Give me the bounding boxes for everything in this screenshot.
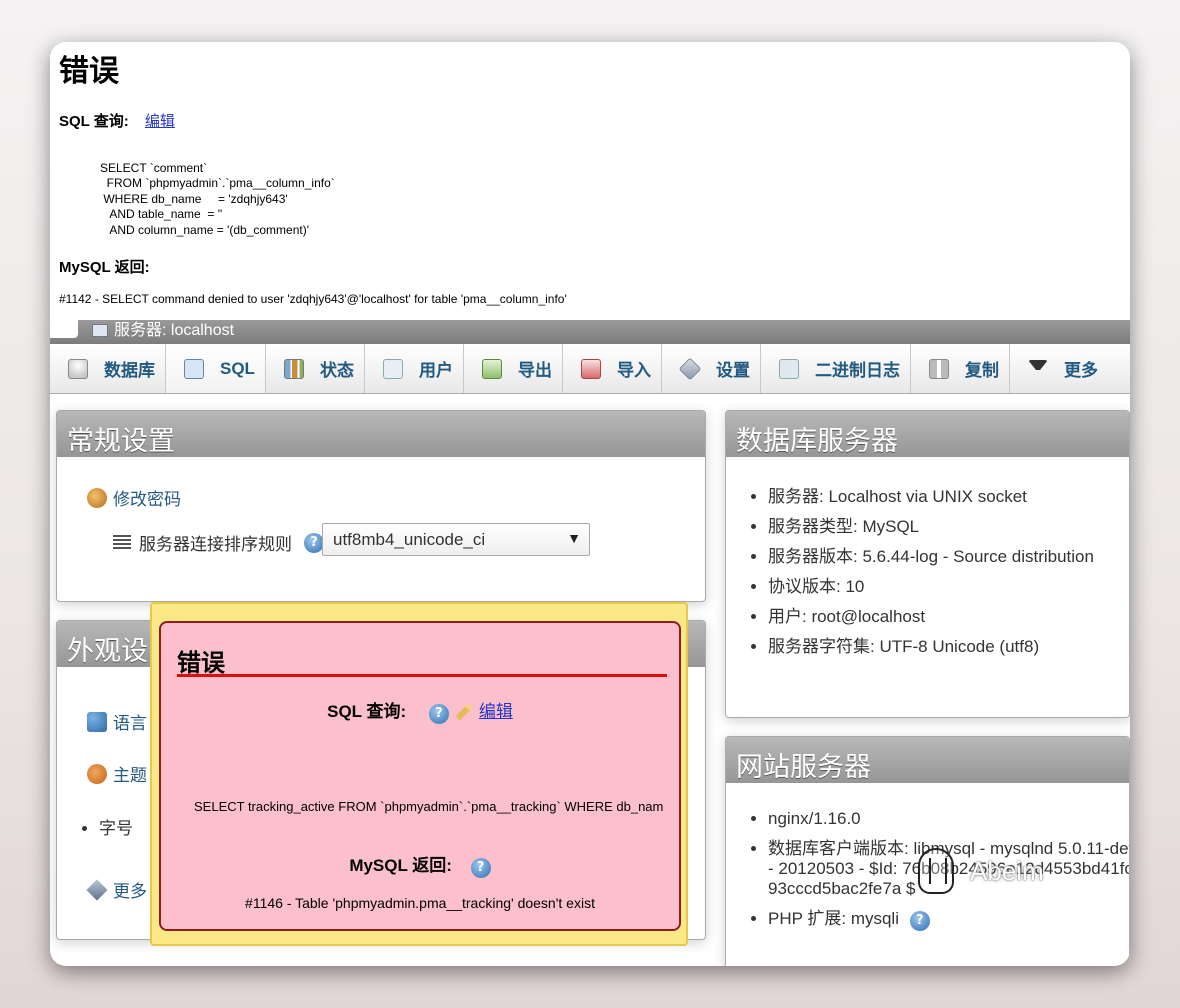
tab-users[interactable]: 用户 bbox=[365, 344, 464, 393]
tab-more[interactable]: 更多 bbox=[1010, 344, 1108, 393]
change-password-link[interactable]: 修改密码 bbox=[87, 485, 181, 510]
modal-error-message: #1146 - Table 'phpmyadmin.pma__tracking'… bbox=[245, 895, 595, 911]
theme-icon bbox=[87, 763, 107, 784]
server-icon bbox=[92, 324, 108, 338]
font-size-item: 字号 bbox=[99, 819, 133, 839]
theme-link[interactable]: 主题 bbox=[87, 761, 147, 786]
export-icon bbox=[481, 358, 502, 379]
list-item: PHP 扩展: mysqli ? bbox=[768, 909, 1129, 931]
collation-icon bbox=[113, 534, 131, 551]
user-icon bbox=[382, 358, 403, 379]
tab-databases[interactable]: 数据库 bbox=[50, 344, 166, 393]
sql-query-text: SELECT `comment` FROM `phpmyadmin`.`pma_… bbox=[100, 161, 335, 237]
language-label: 语言 bbox=[113, 714, 147, 733]
modal-mysql-return-row: MySQL 返回: ? bbox=[161, 851, 679, 878]
help-icon[interactable]: ? bbox=[304, 532, 324, 553]
settings-icon bbox=[678, 357, 702, 380]
language-row[interactable]: 语言 bbox=[87, 709, 147, 734]
tab-import[interactable]: 导入 bbox=[563, 344, 662, 393]
import-icon bbox=[580, 358, 601, 379]
modal-edit-link[interactable]: 编辑 bbox=[479, 702, 513, 721]
tab-label: 设置 bbox=[715, 361, 750, 380]
change-password-label: 修改密码 bbox=[113, 490, 181, 509]
replication-icon bbox=[928, 358, 949, 379]
more-settings-label: 更多 bbox=[113, 882, 147, 901]
watermark-text: Abeim bbox=[970, 855, 1044, 886]
server-breadcrumb: 服务器: localhost bbox=[50, 316, 1130, 344]
panel-title: 常规设置 bbox=[57, 411, 705, 457]
modal-sql-query-row: SQL 查询: ? 编辑 bbox=[161, 697, 679, 724]
error-dialog-title: 错误 bbox=[177, 649, 225, 677]
database-server-panel: 数据库服务器 服务器: Localhost via UNIX socket 服务… bbox=[725, 410, 1130, 718]
tab-sql[interactable]: SQL bbox=[166, 344, 266, 393]
sql-icon bbox=[184, 358, 204, 379]
app-window: 错误 SQL 查询: 编辑 SELECT `comment` FROM `php… bbox=[50, 42, 1130, 966]
sql-query-label-text: SQL 查询: bbox=[59, 113, 129, 130]
server-label-text: 服务器: localhost bbox=[114, 322, 235, 339]
error-dialog: 错误 SQL 查询: ? 编辑 SELECT tracking_active FR… bbox=[150, 602, 688, 946]
collation-selected-value: utf8mb4_unicode_ci bbox=[333, 530, 486, 549]
more-icon bbox=[1027, 359, 1048, 380]
help-icon[interactable]: ? bbox=[470, 858, 491, 878]
error-dialog-body: 错误 SQL 查询: ? 编辑 SELECT tracking_active FR… bbox=[159, 621, 681, 931]
tab-label: 复制 bbox=[964, 361, 999, 380]
list-item: 服务器类型: MySQL bbox=[768, 517, 1113, 537]
tab-status[interactable]: 状态 bbox=[266, 344, 365, 393]
database-icon bbox=[68, 358, 88, 379]
help-icon[interactable]: ? bbox=[909, 911, 930, 931]
more-settings-link[interactable]: 更多 bbox=[86, 877, 147, 902]
watermark: Abeim bbox=[918, 848, 1044, 894]
tab-settings[interactable]: 设置 bbox=[662, 344, 761, 393]
mysql-error-message: #1142 - SELECT command denied to user 'z… bbox=[59, 292, 567, 306]
list-item: 服务器: Localhost via UNIX socket bbox=[768, 487, 1113, 507]
top-error-message: 错误 SQL 查询: 编辑 SELECT `comment` FROM `php… bbox=[50, 42, 1130, 320]
binlog-icon bbox=[778, 358, 799, 379]
tab-label: SQL bbox=[220, 358, 255, 378]
list-item: 用户: root@localhost bbox=[768, 607, 1113, 627]
collation-label: 服务器连接排序规则 ? : bbox=[113, 530, 329, 555]
php-extension-text: PHP 扩展: mysqli bbox=[768, 909, 899, 928]
tab-label: 状态 bbox=[319, 361, 354, 380]
status-icon bbox=[283, 358, 304, 379]
dropdown-arrow-icon: ▼ bbox=[567, 530, 581, 546]
modal-sql-query-text: SELECT tracking_active FROM `phpmyadmin`… bbox=[194, 799, 664, 814]
database-server-info-list: 服务器: Localhost via UNIX socket 服务器类型: My… bbox=[768, 487, 1113, 667]
list-item: 协议版本: 10 bbox=[768, 577, 1113, 597]
list-item: 服务器字符集: UTF-8 Unicode (utf8) bbox=[768, 637, 1113, 657]
help-icon[interactable]: ? bbox=[428, 704, 449, 724]
language-icon bbox=[87, 711, 107, 732]
appearance-list: 字号 bbox=[99, 819, 133, 849]
tab-label: 二进制日志 bbox=[814, 361, 900, 380]
tab-label: 更多 bbox=[1063, 361, 1098, 380]
watermark-logo-icon bbox=[918, 848, 954, 894]
edit-link[interactable]: 编辑 bbox=[145, 113, 175, 130]
error-title: 错误 bbox=[59, 54, 119, 89]
tab-replication[interactable]: 复制 bbox=[911, 344, 1010, 393]
panel-title: 数据库服务器 bbox=[726, 411, 1129, 457]
error-divider bbox=[177, 674, 667, 677]
wrench-icon bbox=[86, 878, 108, 901]
sql-query-label: SQL 查询: 编辑 bbox=[59, 110, 175, 131]
theme-label: 主题 bbox=[113, 766, 147, 785]
tab-label: 数据库 bbox=[104, 361, 155, 380]
tab-binlog[interactable]: 二进制日志 bbox=[761, 344, 911, 393]
tab-export[interactable]: 导出 bbox=[464, 344, 563, 393]
pencil-icon bbox=[455, 703, 473, 721]
collation-label-text: 服务器连接排序规则 bbox=[139, 535, 292, 554]
general-settings-panel: 常规设置 修改密码 服务器连接排序规则 ? : utf8mb4_unicode_… bbox=[56, 410, 706, 602]
main-nav: 数据库 SQL 状态 用户 导出 导入 设置 二进制日志 复制 更多 bbox=[50, 344, 1130, 394]
tab-label: 导入 bbox=[616, 361, 651, 380]
list-item: nginx/1.16.0 bbox=[768, 809, 1129, 829]
collation-select[interactable]: utf8mb4_unicode_ci ▼ bbox=[322, 523, 590, 556]
password-icon bbox=[87, 487, 107, 508]
list-item: 服务器版本: 5.6.44-log - Source distribution bbox=[768, 547, 1113, 567]
modal-sql-label: SQL 查询: bbox=[327, 702, 407, 721]
mysql-return-label: MySQL 返回: bbox=[59, 259, 150, 276]
tab-label: 导出 bbox=[517, 361, 552, 380]
panel-title: 网站服务器 bbox=[726, 737, 1129, 783]
modal-mysql-label: MySQL 返回: bbox=[349, 856, 452, 875]
tab-label: 用户 bbox=[418, 361, 453, 380]
